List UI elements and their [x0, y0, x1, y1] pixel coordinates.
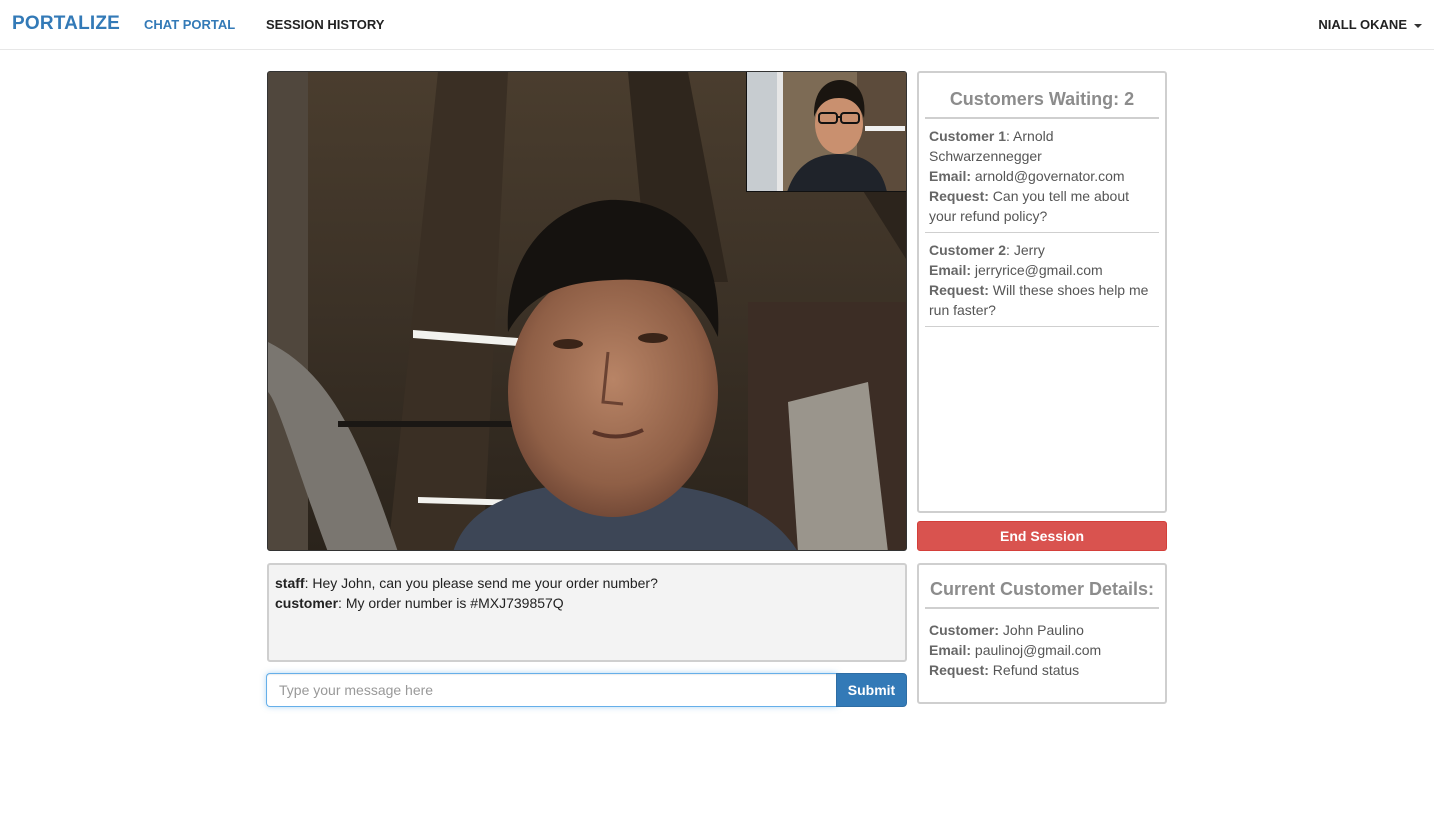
brand-logo[interactable]: PORTALIZE — [12, 13, 120, 35]
customer-line: Customer 1: Arnold Schwarzennegger — [929, 128, 1054, 164]
customer-label: Customer 1 — [929, 128, 1007, 144]
customer-line: Customer 2: Jerry — [929, 242, 1045, 258]
chat-text: Hey John, can you please send me your or… — [312, 575, 658, 591]
end-session-button[interactable]: End Session — [917, 521, 1167, 551]
local-video-preview — [746, 72, 906, 192]
remote-video — [267, 71, 907, 551]
chat-log: staff: Hey John, can you please send me … — [267, 563, 907, 662]
current-customer-title: Current Customer Details: — [925, 565, 1159, 609]
email-line: Email: jerryrice@gmail.com — [929, 262, 1103, 278]
email-label: Email: — [929, 262, 972, 278]
customer-email: jerryrice@gmail.com — [974, 262, 1103, 278]
waiting-customer-item[interactable]: Customer 1: Arnold Schwarzennegger Email… — [925, 119, 1159, 233]
customers-waiting-title: Customers Waiting: 2 — [925, 73, 1159, 119]
current-email-line: Email: paulinoj@gmail.com — [929, 640, 1155, 660]
customers-waiting-panel: Customers Waiting: 2 Customer 1: Arnold … — [917, 71, 1167, 513]
current-customer-name: John Paulino — [1002, 622, 1084, 638]
customer-email: arnold@governator.com — [974, 168, 1125, 184]
nav-chat-portal[interactable]: CHAT PORTAL — [144, 17, 235, 32]
chat-message: customer: My order number is #MXJ739857Q — [275, 595, 564, 611]
local-video-frame — [747, 72, 906, 191]
navbar: PORTALIZE CHAT PORTAL SESSION HISTORY NI… — [0, 0, 1434, 50]
email-line: Email: arnold@governator.com — [929, 168, 1125, 184]
current-customer-panel: Current Customer Details: Customer: John… — [917, 563, 1167, 704]
current-customer-email: paulinoj@gmail.com — [974, 642, 1102, 658]
current-customer-line: Customer: John Paulino — [929, 620, 1155, 640]
request-line: Request: Can you tell me about your refu… — [929, 188, 1129, 224]
waiting-customer-item[interactable]: Customer 2: Jerry Email: jerryrice@gmail… — [925, 233, 1159, 327]
chat-sender: customer — [275, 595, 339, 611]
nav-session-history[interactable]: SESSION HISTORY — [266, 17, 384, 32]
current-request-line: Request: Refund status — [929, 660, 1155, 680]
current-request-label: Request: — [929, 662, 989, 678]
user-name: NIALL OKANE — [1318, 17, 1407, 32]
chat-message: staff: Hey John, can you please send me … — [275, 575, 658, 591]
chat-sender: staff — [275, 575, 305, 591]
current-customer-details: Customer: John Paulino Email: paulinoj@g… — [925, 609, 1159, 680]
chat-text: My order number is #MXJ739857Q — [345, 595, 564, 611]
message-input[interactable] — [266, 673, 837, 707]
submit-button[interactable]: Submit — [836, 673, 907, 707]
customer-name: Jerry — [1013, 242, 1045, 258]
current-customer-label: Customer: — [929, 622, 1000, 638]
customer-label: Customer 2 — [929, 242, 1007, 258]
request-label: Request: — [929, 282, 989, 298]
caret-down-icon — [1414, 23, 1422, 28]
current-email-label: Email: — [929, 642, 972, 658]
user-menu[interactable]: NIALL OKANE — [1318, 17, 1422, 32]
request-label: Request: — [929, 188, 989, 204]
request-line: Request: Will these shoes help me run fa… — [929, 282, 1148, 318]
current-customer-request: Refund status — [992, 662, 1080, 678]
email-label: Email: — [929, 168, 972, 184]
